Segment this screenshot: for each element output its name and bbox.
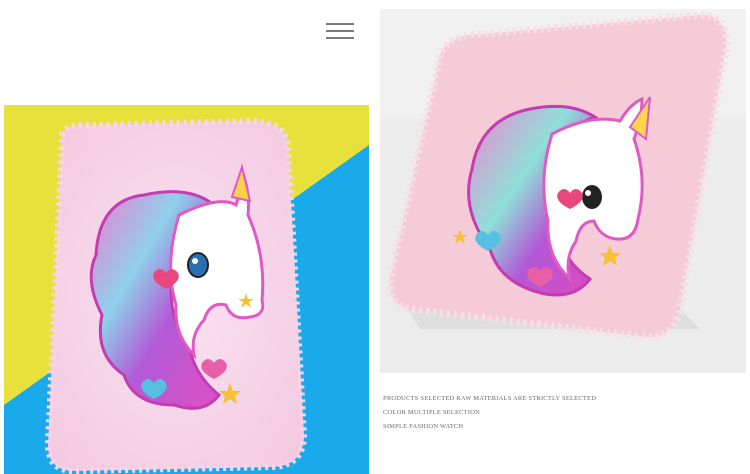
- caption-color: COLOR MULTIPLE SELECTION: [383, 409, 481, 416]
- unicorn-notebook-image: [4, 105, 369, 474]
- product-photo-right[interactable]: [380, 9, 746, 373]
- caption-materials: PRODUCTS SELECTED RAW MATERIALS ARE STRI…: [383, 395, 597, 402]
- caption-fashion: SIMPLE FASHION WATCH: [383, 423, 464, 430]
- menu-bar: [326, 30, 354, 32]
- hamburger-menu-icon[interactable]: [324, 20, 356, 44]
- unicorn-notebook-image: [380, 9, 746, 373]
- product-captions: PRODUCTS SELECTED RAW MATERIALS ARE STRI…: [383, 392, 723, 434]
- menu-bar: [326, 37, 354, 39]
- product-photo-left[interactable]: [4, 105, 369, 474]
- menu-bar: [326, 23, 354, 25]
